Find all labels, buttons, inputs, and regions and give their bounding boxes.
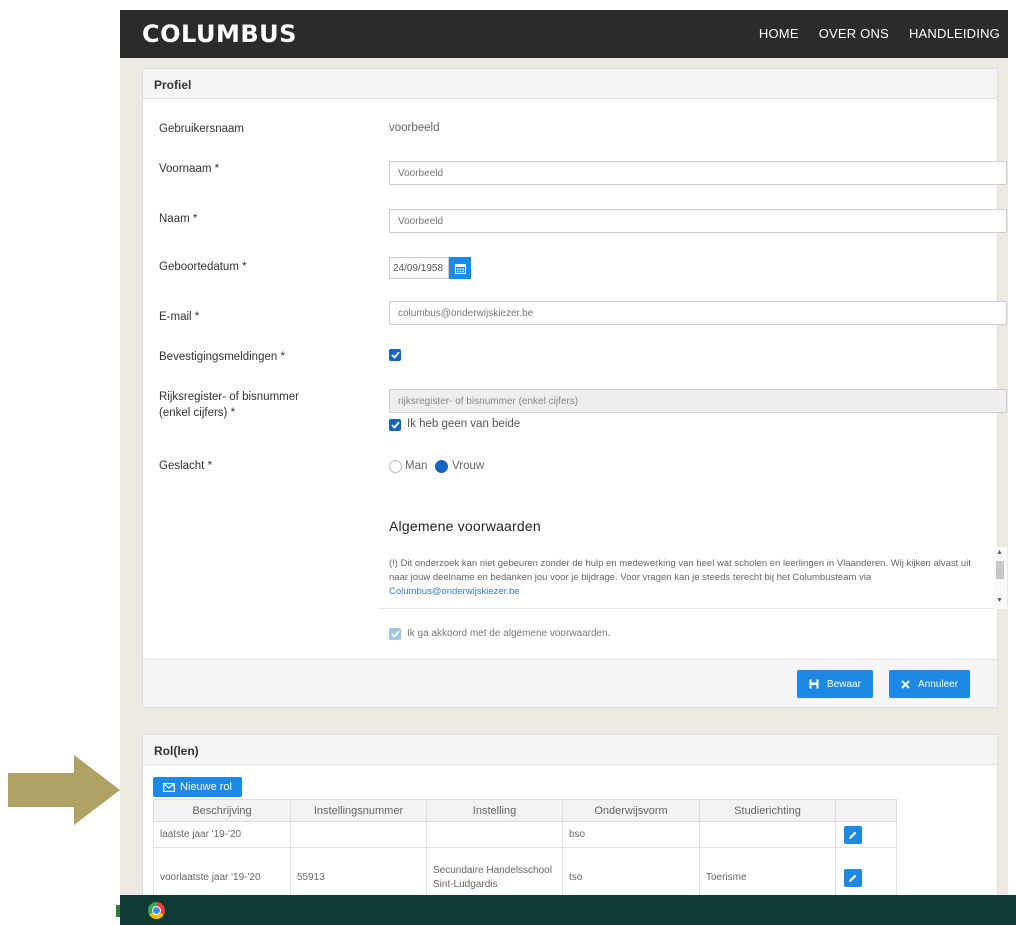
cell-onderwijsvorm: tso [562,847,700,895]
firstname-input[interactable]: Voorbeeld [389,161,1007,185]
calendar-icon [454,263,466,274]
taskbar [120,895,1016,925]
col-actions [835,799,897,822]
close-icon [901,679,910,689]
birthdate-picker: 24/09/1958 [389,257,471,279]
col-instellingsnummer[interactable]: Instellingsnummer [290,799,427,822]
logo[interactable]: COLUMBUS [142,20,297,48]
terms-text: (!) Dit onderzoek kan niet gebeuren zond… [389,557,979,599]
edit-role-button[interactable] [844,825,862,844]
cell-studierichting: Toerisme [699,847,836,895]
main-nav: HOME OVER ONS HANDLEIDING [759,26,1000,41]
terms-title: Algemene voorwaarden [389,518,541,534]
terms-email-link[interactable]: Columbus@onderwijskiezer.be [389,586,520,597]
email-label: E-mail * [159,311,200,323]
rrn-label-line1: Rijksregister- of bisnummer [159,391,299,403]
terms-scrollbar[interactable]: ▲ ▼ [993,547,1007,609]
terms-scrollbox[interactable]: (!) Dit onderzoek kan niet gebeuren zond… [379,547,1007,609]
birthdate-input[interactable]: 24/09/1958 [389,257,449,279]
username-value: voorbeeld [389,122,440,134]
col-instelling[interactable]: Instelling [426,799,563,822]
scroll-down-icon[interactable]: ▼ [996,597,1003,604]
confirm-checkbox[interactable] [389,349,401,361]
nav-handleiding[interactable]: HANDLEIDING [909,26,1000,41]
edit-role-button[interactable] [844,868,862,887]
cancel-label: Annuleer [918,678,959,690]
scroll-up-icon[interactable]: ▲ [996,549,1003,556]
cancel-button[interactable]: Annuleer [889,670,971,698]
rrn-none-checkbox[interactable] [389,419,401,431]
gender-label: Geslacht * [159,460,213,472]
cell-actions [835,847,897,895]
gender-radio-man[interactable] [389,460,402,473]
cell-instellingsnummer: 55913 [290,847,427,895]
col-studierichting[interactable]: Studierichting [699,799,836,822]
roles-panel: Rol(len) Nieuwe rol Beschrijving Instell… [142,734,998,895]
new-role-button[interactable]: Nieuwe rol [153,777,242,797]
cell-beschrijving: laatste jaar '19-'20 [153,821,291,848]
gender-radio-vrouw[interactable] [435,460,448,473]
cell-instelling [426,821,563,848]
cell-onderwijsvorm: bso [562,821,700,848]
username-label: Gebruikersnaam [159,123,245,135]
rrn-input[interactable]: rijksregister- of bisnummer (enkel cijfe… [389,389,1007,413]
check-icon [390,421,400,429]
terms-agree-label: Ik ga akkoord met de algemene voorwaarde… [407,628,611,639]
cell-instellingsnummer [290,821,427,848]
scroll-thumb[interactable] [996,561,1004,579]
app-window: COLUMBUS HOME OVER ONS HANDLEIDING Profi… [120,10,1008,895]
lastname-input[interactable]: Voorbeeld [389,209,1007,233]
table-row: laatste jaar '19-'20 bso [153,821,897,848]
rrn-label-line2: (enkel cijfers) * [159,407,236,419]
table-header-row: Beschrijving Instellingsnummer Instellin… [153,799,897,822]
lastname-label: Naam * [159,213,198,225]
roles-panel-title: Rol(len) [143,735,997,765]
terms-agree-checkbox[interactable] [389,628,401,640]
check-icon [390,351,400,359]
terms-body: (!) Dit onderzoek kan niet gebeuren zond… [389,558,971,583]
cell-studierichting [699,821,836,848]
gender-label-man: Man [405,460,428,472]
chrome-icon[interactable] [148,902,165,919]
rrn-none-label: Ik heb geen van beide [407,418,521,430]
firstname-label: Voornaam * [159,163,220,175]
save-button[interactable]: Bewaar [797,670,873,698]
col-beschrijving[interactable]: Beschrijving [153,799,291,822]
cell-instelling: Secundaire Handelsschool Sint-Ludgardis [426,847,563,895]
roles-table: Beschrijving Instellingsnummer Instellin… [153,799,897,895]
calendar-button[interactable] [449,257,471,279]
email-input[interactable]: columbus@onderwijskiezer.be [389,301,1007,325]
cell-beschrijving: voorlaatste jaar '19-'20 [153,847,291,895]
gender-label-vrouw: Vrouw [452,460,485,472]
profile-panel: Profiel Gebruikersnaam voorbeeld Voornaa… [142,68,1007,708]
save-icon [809,679,819,689]
nav-home[interactable]: HOME [759,26,799,41]
confirm-label: Bevestigingsmeldingen * [159,351,285,363]
arrow-right-icon [8,755,120,825]
nav-over-ons[interactable]: OVER ONS [819,26,889,41]
check-icon [390,630,400,638]
envelope-icon [163,782,175,792]
pencil-icon [849,831,857,839]
profile-footer: Bewaar Annuleer [143,659,997,707]
profile-panel-title: Profiel [143,69,997,99]
table-row: voorlaatste jaar '19-'20 55913 Secundair… [153,847,897,895]
new-role-label: Nieuwe rol [180,781,232,793]
pencil-icon [849,874,857,882]
birthdate-label: Geboortedatum * [159,261,247,273]
cell-actions [835,821,897,848]
save-label: Bewaar [827,678,861,690]
col-onderwijsvorm[interactable]: Onderwijsvorm [562,799,700,822]
top-navbar: COLUMBUS HOME OVER ONS HANDLEIDING [120,10,1008,58]
